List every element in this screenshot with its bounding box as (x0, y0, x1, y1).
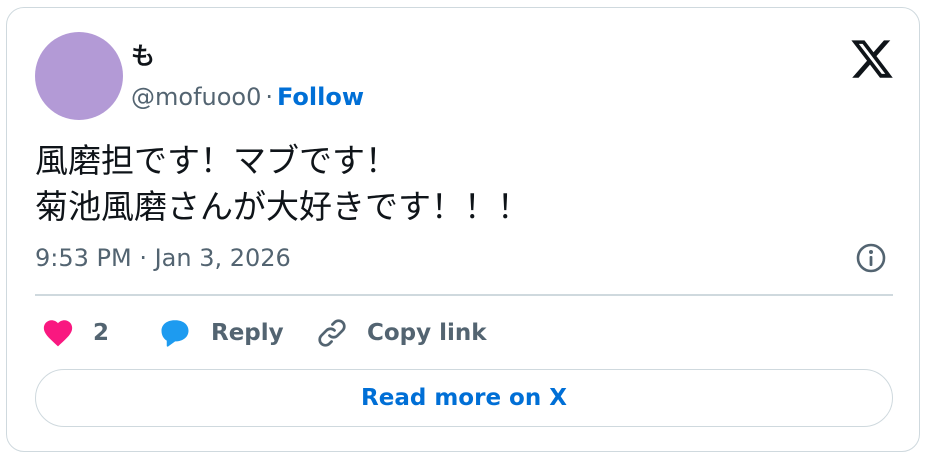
heart-icon (41, 316, 75, 350)
read-more-button[interactable]: Read more on X (35, 369, 893, 427)
divider (35, 294, 893, 296)
follow-link[interactable]: Follow (277, 83, 364, 111)
link-icon (315, 316, 349, 350)
x-logo-icon[interactable] (849, 36, 895, 82)
author-handle[interactable]: @mofuoo0 (131, 83, 261, 111)
copy-link-button[interactable]: Copy link (315, 313, 487, 353)
tweet-timestamp[interactable]: 9:53 PM · Jan 3, 2026 (35, 242, 291, 274)
handle-separator: · (265, 83, 273, 111)
like-button[interactable]: 2 (41, 313, 109, 353)
tweet-text: 風磨担です！マブです！ 菊池風磨さんが大好きです！！！ (35, 138, 530, 230)
author-display-name[interactable]: も (131, 40, 155, 72)
tweet-text-line: 菊池風磨さんが大好きです！！！ (35, 187, 530, 226)
reply-button[interactable]: Reply (157, 313, 284, 353)
info-icon[interactable] (855, 242, 887, 274)
action-bar: 2 Reply Copy link (35, 313, 893, 353)
avatar[interactable] (35, 32, 123, 120)
like-count: 2 (93, 320, 110, 346)
tweet-text-line: 風磨担です！マブです！ (35, 141, 398, 180)
speech-bubble-icon (157, 315, 193, 351)
tweet-embed-card: も @mofuoo0 · Follow 風磨担です！マブです！ 菊池風磨さんが大好き… (6, 7, 920, 452)
author-handle-row: @mofuoo0 · Follow (131, 81, 364, 113)
copy-link-label: Copy link (367, 320, 487, 346)
reply-label: Reply (211, 320, 284, 346)
